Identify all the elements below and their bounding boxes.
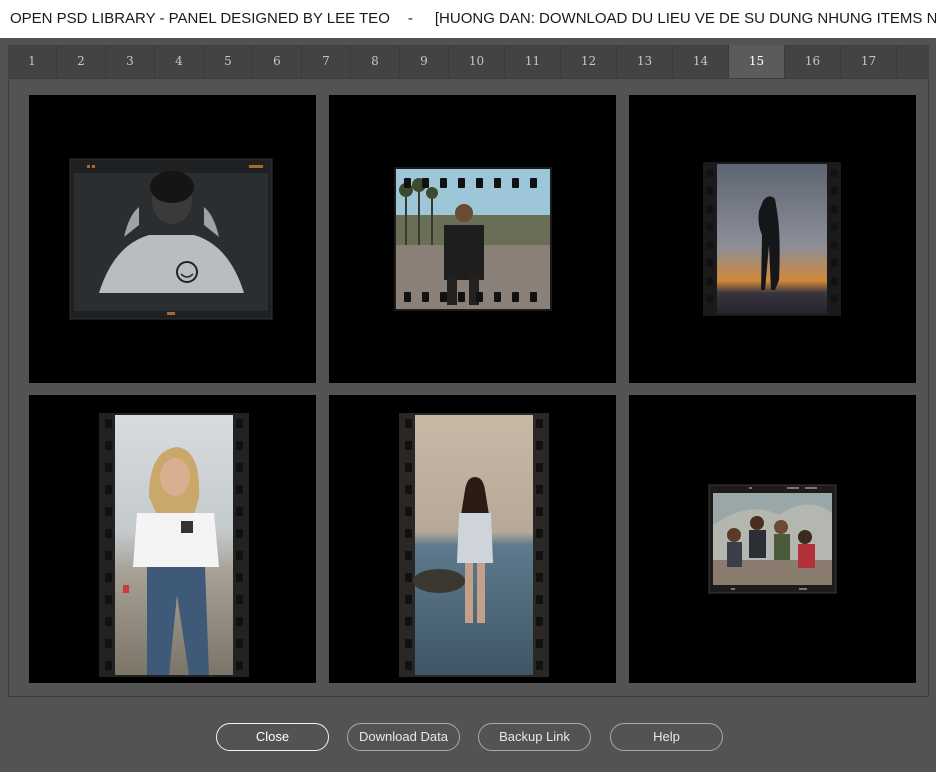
tab-4[interactable]: 4 [155,45,204,78]
title-separator: - [407,10,413,27]
tab-2[interactable]: 2 [57,45,106,78]
download-data-button[interactable]: Download Data [347,723,460,751]
tab-14[interactable]: 14 [673,45,729,78]
preview-street-filmstrip[interactable] [329,95,616,383]
tab-9[interactable]: 9 [400,45,449,78]
woman-beach-image [99,413,249,677]
close-button[interactable]: Close [216,723,329,751]
preview-group-friends-frame[interactable] [629,395,916,683]
woman-sea-image [399,413,549,677]
group-friends-image [708,484,837,594]
sunset-silhouette-image [703,162,841,316]
hoodie-man-image [69,158,273,320]
tab-16[interactable]: 16 [785,45,841,78]
tab-1[interactable]: 1 [8,45,57,78]
tab-10[interactable]: 10 [449,45,505,78]
backup-link-button[interactable]: Backup Link [478,723,591,751]
tab-6[interactable]: 6 [253,45,302,78]
title-bar: OPEN PSD LIBRARY - PANEL DESIGNED BY LEE… [0,0,936,38]
tab-7[interactable]: 7 [302,45,351,78]
item-grid-panel [8,78,929,697]
tab-13[interactable]: 13 [617,45,673,78]
title-right: [HUONG DAN: DOWNLOAD DU LIEU VE DE SU DU… [434,10,936,27]
title-left: OPEN PSD LIBRARY - PANEL DESIGNED BY LEE… [10,10,390,27]
button-bar: Close Download Data Backup Link Help [0,697,936,772]
tab-12[interactable]: 12 [561,45,617,78]
tab-3[interactable]: 3 [106,45,155,78]
tab-5[interactable]: 5 [204,45,253,78]
tab-17[interactable]: 17 [841,45,897,78]
tab-15[interactable]: 15 [729,45,785,78]
preview-woman-beach-filmstrip[interactable] [29,395,316,683]
street-scene-image [394,167,552,311]
help-button[interactable]: Help [610,723,723,751]
preview-woman-sea-filmstrip[interactable] [329,395,616,683]
tab-11[interactable]: 11 [505,45,561,78]
preview-hoodie-man-frame[interactable] [29,95,316,383]
preview-sunset-silhouette-filmstrip[interactable] [629,95,916,383]
tab-strip: 1 2 3 4 5 6 7 8 9 10 11 12 13 14 15 16 17 [8,45,929,78]
tab-8[interactable]: 8 [351,45,400,78]
